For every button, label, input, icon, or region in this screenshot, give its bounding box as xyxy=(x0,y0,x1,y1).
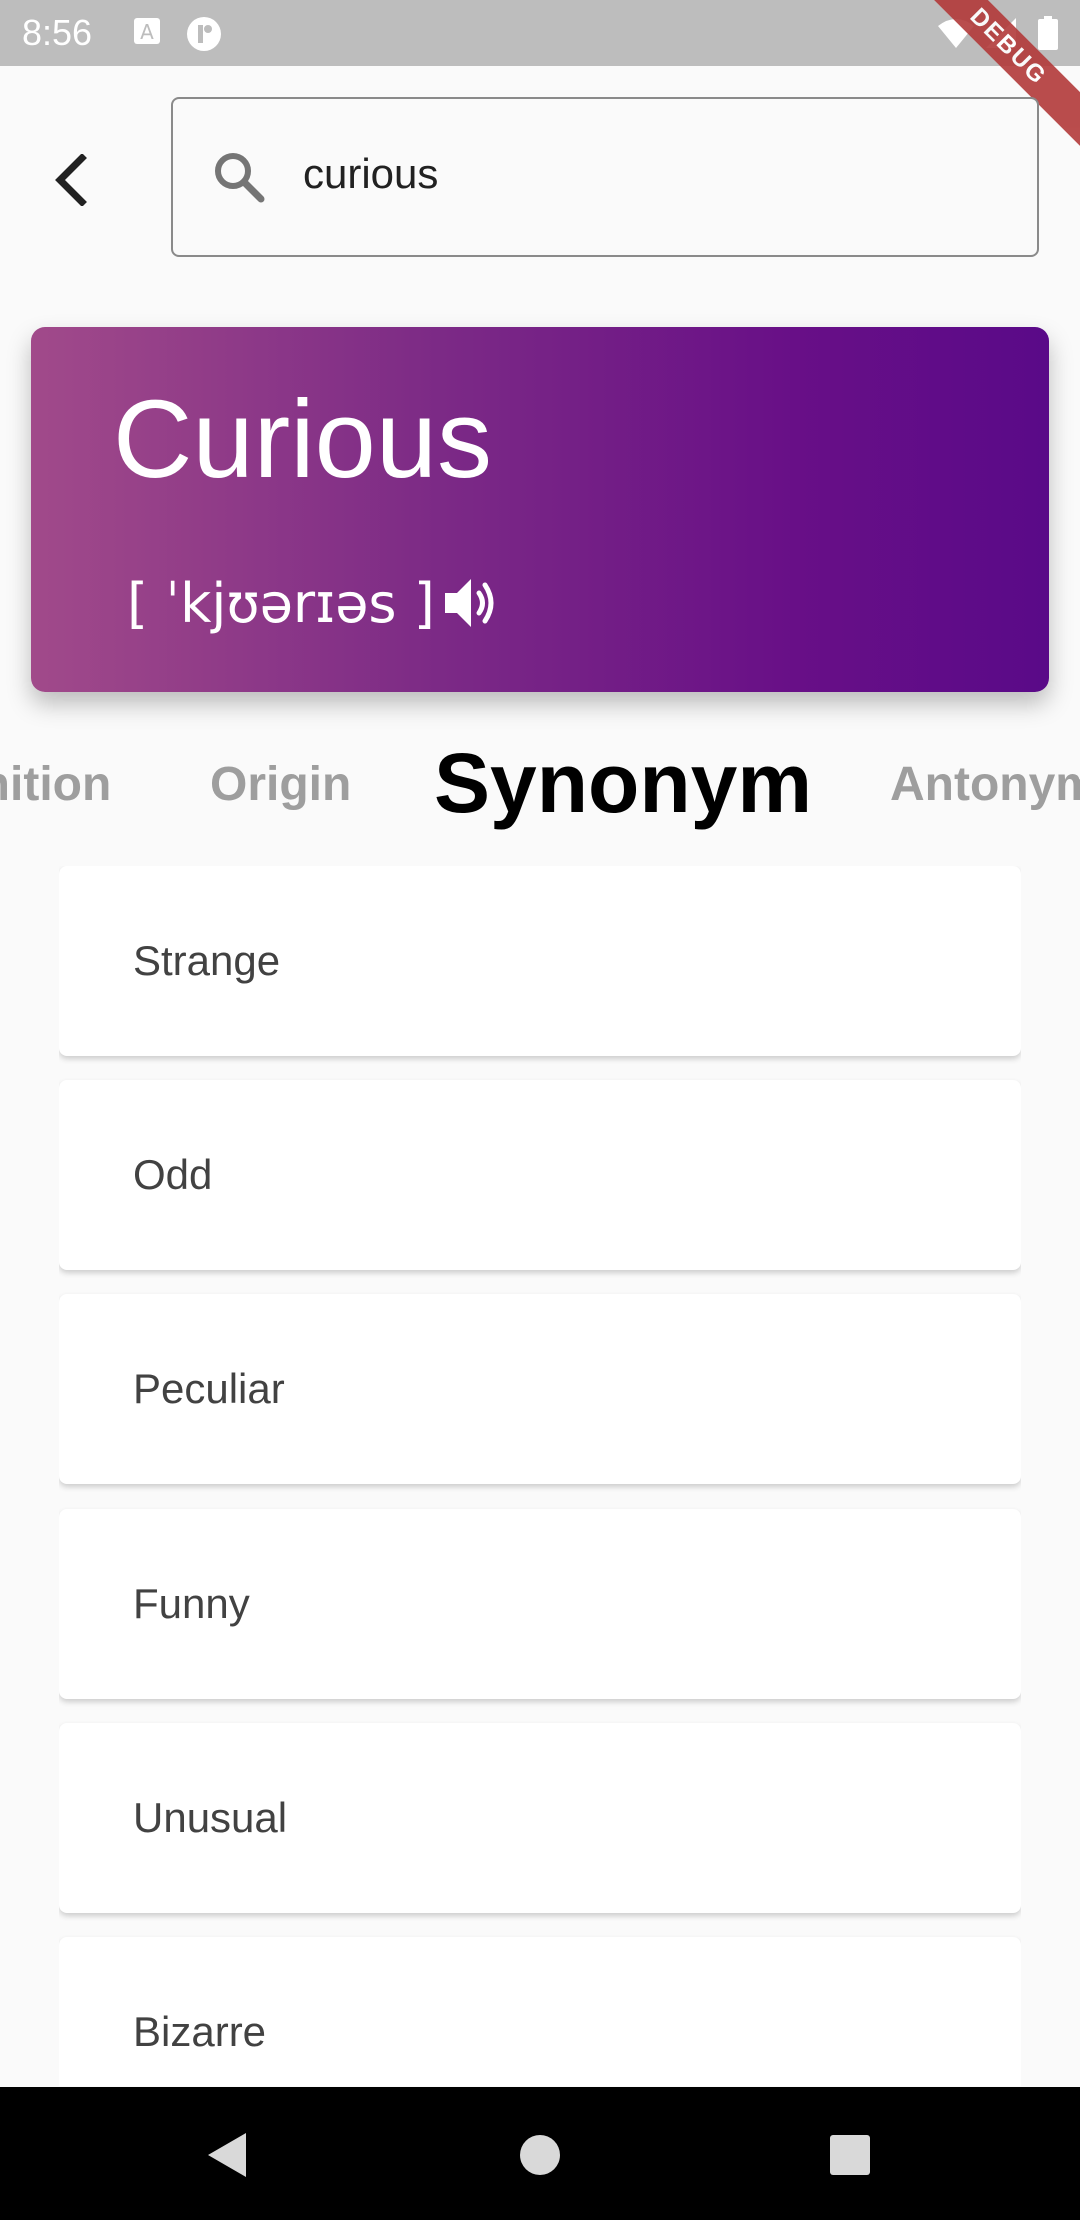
notification-circle-icon xyxy=(186,16,222,57)
app-screen: 8:56 A DEBUG curious Curious [ˈkjʊərɪəs… xyxy=(0,0,1080,2220)
triangle-back-icon xyxy=(208,2133,246,2177)
volume-icon[interactable] xyxy=(441,575,499,636)
list-item[interactable]: Peculiar xyxy=(59,1294,1021,1484)
tab-definition[interactable]: Definition xyxy=(0,757,111,812)
status-bar: 8:56 A DEBUG xyxy=(0,0,1080,153)
nav-home-button[interactable] xyxy=(508,2123,572,2187)
list-item[interactable]: Funny xyxy=(59,1509,1021,1699)
search-box[interactable] xyxy=(171,97,1039,257)
navigation-bar xyxy=(0,2087,1080,2220)
list-item[interactable]: Unusual xyxy=(59,1723,1021,1913)
status-time: 8:56 xyxy=(22,12,93,53)
square-recents-icon xyxy=(830,2135,870,2175)
word-title: Curious xyxy=(113,378,493,501)
synonym-list: Strange Odd Peculiar Funny Unusual Bizar… xyxy=(59,866,1021,2086)
nav-recents-button[interactable] xyxy=(818,2123,882,2187)
battery-icon xyxy=(1038,16,1058,55)
list-item-label: Unusual xyxy=(133,1794,288,1841)
list-item-label: Bizarre xyxy=(133,2008,267,2055)
tab-antonym[interactable]: Antonym xyxy=(890,757,1080,812)
list-item-label: Odd xyxy=(133,1151,213,1198)
tab-origin[interactable]: Origin xyxy=(210,757,351,812)
back-button[interactable] xyxy=(30,140,110,220)
word-card: Curious [ ˈkjʊərɪəs ] xyxy=(31,327,1049,692)
tab-bar: Definition Origin Synonym Antonym xyxy=(0,735,1080,845)
tab-synonym[interactable]: Synonym xyxy=(434,735,812,832)
list-item-label: Strange xyxy=(133,937,281,984)
back-arrow-icon xyxy=(55,154,87,206)
list-item-label: Funny xyxy=(133,1580,250,1627)
phonetic-text: [ ˈkjʊərɪəs ] xyxy=(127,572,435,635)
search-input[interactable] xyxy=(303,139,983,209)
text-a-icon: A xyxy=(132,16,162,51)
svg-text:A: A xyxy=(140,20,154,44)
list-item[interactable]: Bizarre xyxy=(59,1937,1021,2086)
nav-back-button[interactable] xyxy=(194,2123,258,2187)
circle-home-icon xyxy=(520,2135,560,2175)
list-item-label: Peculiar xyxy=(133,1365,285,1412)
list-item[interactable]: Odd xyxy=(59,1080,1021,1270)
list-item[interactable]: Strange xyxy=(59,866,1021,1056)
search-icon xyxy=(211,149,267,210)
